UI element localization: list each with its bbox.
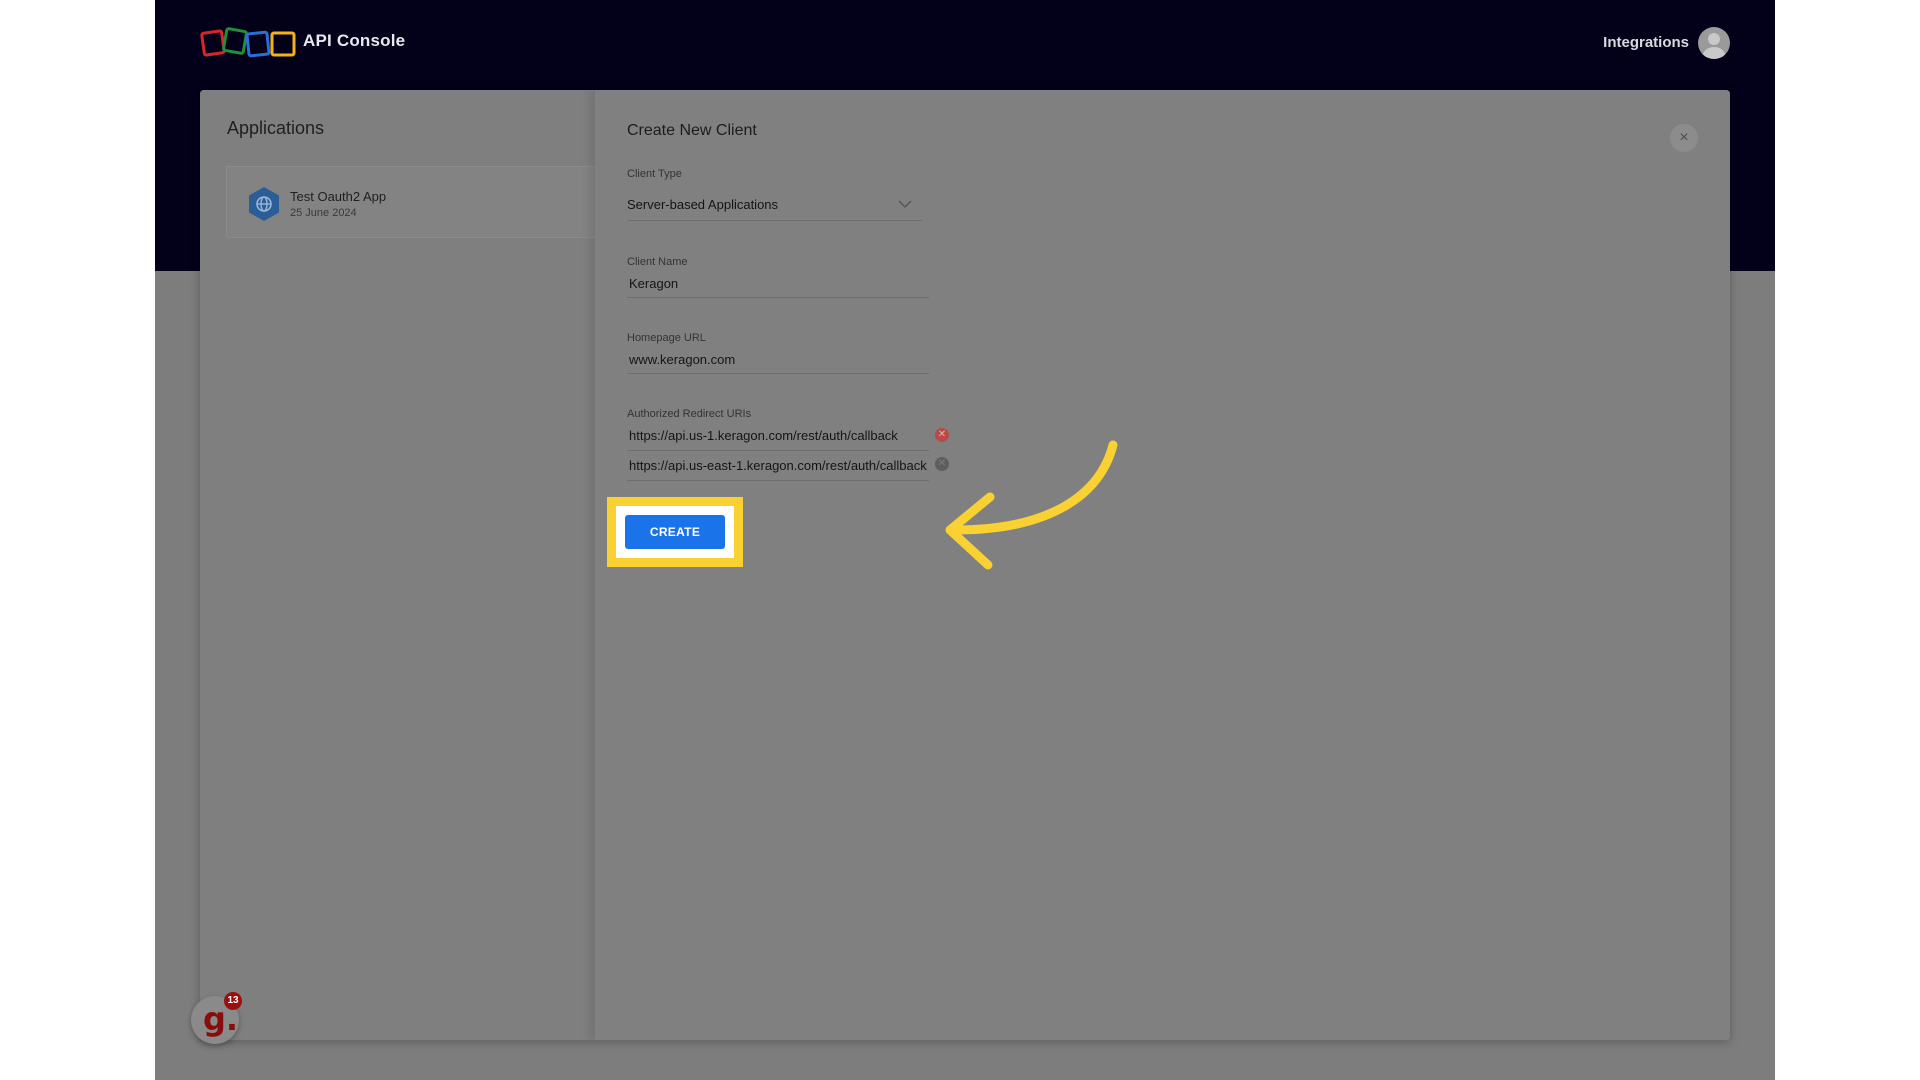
client-type-value: Server-based Applications	[627, 197, 779, 212]
screen: API Console Integrations Applications Te…	[155, 0, 1775, 1080]
form-title: Create New Client	[627, 122, 757, 139]
homepage-url-label: Homepage URL	[627, 332, 706, 344]
applications-panel: Applications Test Oauth2 App 25 June 202…	[200, 90, 595, 1040]
client-type-label: Client Type	[627, 168, 682, 180]
client-name-field[interactable]: Keragon	[627, 276, 929, 298]
avatar[interactable]	[1698, 27, 1730, 59]
redirect-uri-field-1[interactable]: https://api.us-1.keragon.com/rest/auth/c…	[627, 428, 929, 451]
close-icon[interactable]: ×	[1670, 124, 1698, 152]
create-button[interactable]: CREATE	[625, 515, 725, 549]
app-title: API Console	[303, 31, 406, 50]
integrations-link[interactable]: Integrations	[1603, 34, 1689, 51]
highlight-inner: CREATE	[616, 506, 734, 558]
homepage-url-field[interactable]: www.keragon.com	[627, 352, 929, 374]
redirect-uri-field-2[interactable]: https://api.us-east-1.keragon.com/rest/a…	[627, 458, 929, 481]
applications-title: Applications	[227, 118, 325, 138]
list-item[interactable]: Test Oauth2 App 25 June 2024	[226, 166, 595, 238]
zoho-logo	[200, 27, 296, 58]
create-client-panel: Create New Client × Client Type Server-b…	[595, 90, 1730, 1040]
annotation-arrow-icon	[945, 440, 1118, 570]
notification-count-badge: 13	[224, 992, 242, 1010]
client-type-select[interactable]: Server-based Applications	[627, 197, 922, 221]
app-name: Test Oauth2 App	[290, 189, 387, 204]
server-app-icon	[249, 187, 279, 221]
chevron-down-icon	[898, 200, 912, 208]
create-button-highlight: CREATE	[607, 497, 743, 567]
app-date: 25 June 2024	[290, 207, 357, 219]
client-name-label: Client Name	[627, 256, 688, 268]
guide-widget[interactable]: g. 13	[191, 992, 242, 1044]
redirect-uris-label: Authorized Redirect URIs	[627, 408, 752, 420]
